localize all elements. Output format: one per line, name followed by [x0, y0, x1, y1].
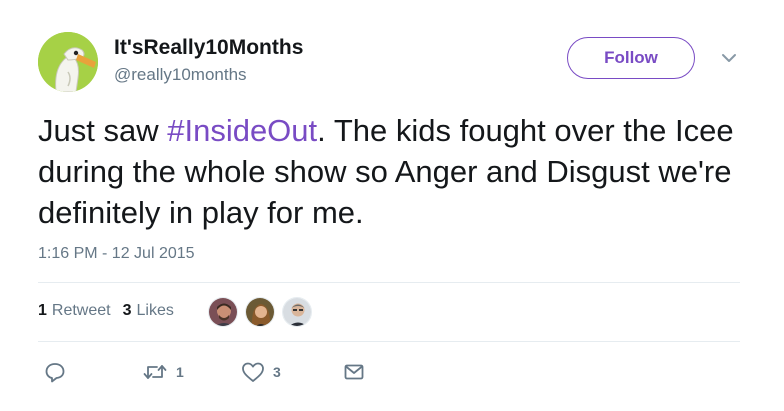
avatar[interactable] — [38, 32, 98, 92]
retweets-stat[interactable]: 1 Retweet — [38, 302, 111, 320]
retweets-label: Retweet — [51, 302, 111, 319]
likes-label: Likes — [136, 302, 174, 319]
chevron-down-icon[interactable] — [719, 51, 739, 65]
direct-message-button[interactable] — [343, 361, 365, 383]
like-count: 3 — [273, 364, 281, 380]
likes-stat[interactable]: 3 Likes — [123, 302, 174, 320]
retweet-icon — [143, 365, 167, 379]
retweet-button[interactable]: 1 — [142, 361, 184, 383]
liker-avatars — [208, 297, 319, 327]
pelican-avatar-icon — [38, 32, 98, 92]
divider-top — [38, 282, 740, 283]
user-handle[interactable]: @really10months — [114, 65, 247, 85]
hashtag-link[interactable]: #InsideOut — [167, 113, 317, 148]
reply-button[interactable] — [44, 361, 66, 383]
like-button[interactable]: 3 — [241, 361, 281, 383]
divider-bottom — [38, 341, 740, 342]
liker-avatar[interactable] — [245, 297, 275, 327]
reply-icon — [45, 363, 65, 383]
display-name[interactable]: It'sReally10Months — [114, 36, 303, 60]
envelope-icon — [344, 364, 364, 380]
retweets-count: 1 — [38, 302, 47, 319]
heart-icon — [242, 362, 264, 382]
tweet-text: Just saw #InsideOut. The kids fought ove… — [38, 110, 748, 233]
tweet-text-start: Just saw — [38, 113, 168, 148]
liker-avatar[interactable] — [282, 297, 312, 327]
liker-avatar[interactable] — [208, 297, 238, 327]
retweet-count: 1 — [176, 364, 184, 380]
follow-button[interactable]: Follow — [567, 37, 695, 79]
likes-count: 3 — [122, 302, 132, 319]
tweet-stats: 1 Retweet 3 Likes — [38, 302, 174, 320]
tweet-timestamp[interactable]: 1:16 PM - 12 Jul 2015 — [38, 245, 195, 263]
